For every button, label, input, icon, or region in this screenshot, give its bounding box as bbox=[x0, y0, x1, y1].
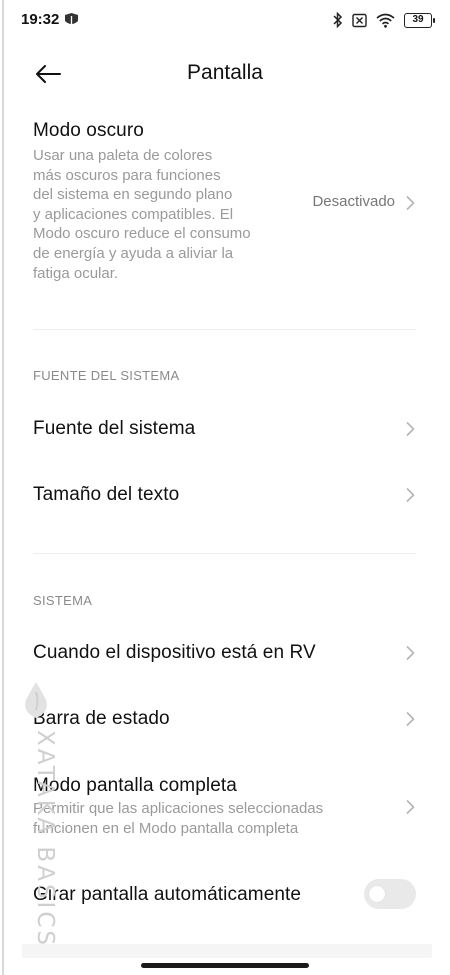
screen-edge bbox=[2, 0, 4, 975]
fullscreen-mode-label: Modo pantalla completa bbox=[33, 775, 237, 796]
divider bbox=[33, 553, 416, 554]
status-bar-settings-row[interactable]: Barra de estado bbox=[33, 700, 423, 740]
chevron-right-icon bbox=[406, 421, 415, 437]
no-sim-icon bbox=[352, 13, 367, 28]
text-size-label: Tamaño del texto bbox=[33, 484, 180, 505]
vr-mode-row[interactable]: Cuando el dispositivo está en RV bbox=[33, 634, 423, 674]
dark-mode-value: Desactivado bbox=[312, 193, 395, 210]
status-bar-settings-label: Barra de estado bbox=[33, 708, 170, 729]
app-header: Pantalla bbox=[0, 40, 450, 108]
bottom-strip bbox=[22, 944, 432, 958]
dark-mode-title: Modo oscuro bbox=[33, 120, 144, 141]
divider bbox=[33, 329, 416, 330]
page-title: Pantalla bbox=[187, 61, 263, 84]
app-notification-icon bbox=[64, 12, 79, 27]
chevron-right-icon bbox=[406, 711, 415, 727]
status-bar: 19:32 39 bbox=[0, 0, 450, 40]
wifi-icon bbox=[376, 13, 395, 28]
system-font-label: Fuente del sistema bbox=[33, 418, 196, 439]
toggle-knob bbox=[369, 886, 385, 902]
status-time: 19:32 bbox=[21, 11, 60, 28]
fullscreen-mode-description: Permitir que las aplicaciones selecciona… bbox=[33, 800, 324, 837]
bluetooth-icon bbox=[333, 12, 343, 28]
vr-mode-label: Cuando el dispositivo está en RV bbox=[33, 642, 316, 663]
chevron-right-icon bbox=[406, 799, 415, 815]
section-header-font: FUENTE DEL SISTEMA bbox=[33, 368, 180, 383]
chevron-right-icon bbox=[406, 487, 415, 503]
chevron-right-icon bbox=[406, 645, 415, 661]
status-icons: 39 bbox=[333, 10, 435, 30]
watermark-logo-icon bbox=[25, 682, 47, 718]
dark-mode-description: Usar una paleta de colores más oscuros p… bbox=[33, 147, 251, 282]
watermark-text: XATAKA BASICS bbox=[32, 730, 58, 948]
auto-rotate-toggle[interactable] bbox=[364, 879, 416, 909]
fullscreen-mode-row[interactable]: Modo pantalla completa Permitir que las … bbox=[33, 775, 423, 845]
chevron-right-icon bbox=[406, 195, 415, 211]
section-header-system: SISTEMA bbox=[33, 593, 93, 608]
system-font-row[interactable]: Fuente del sistema bbox=[33, 410, 423, 450]
text-size-row[interactable]: Tamaño del texto bbox=[33, 476, 423, 516]
watermark: XATAKA BASICS bbox=[14, 680, 58, 960]
dark-mode-row[interactable]: Modo oscuro Usar una paleta de colores m… bbox=[33, 120, 423, 290]
battery-icon: 39 bbox=[404, 12, 435, 28]
home-indicator[interactable] bbox=[141, 963, 309, 968]
